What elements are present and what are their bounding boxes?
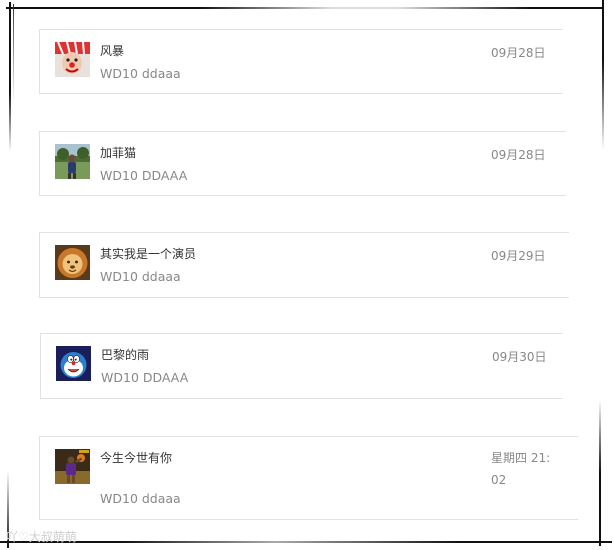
frame-left-inner-line xyxy=(13,4,14,104)
contact-name: 风暴 xyxy=(100,44,125,58)
basketball-player-avatar[interactable] xyxy=(55,449,90,484)
lion-avatar[interactable] xyxy=(55,245,90,280)
conversation-item[interactable]: 巴黎的雨 WD10 DDAAA 09月30日 xyxy=(40,333,563,399)
last-message: WD10 ddaaa xyxy=(100,269,181,284)
frame-right-line xyxy=(602,0,604,150)
message-time: 09月29日 xyxy=(491,249,546,263)
message-time: 09月30日 xyxy=(492,350,547,364)
outdoor-person-avatar[interactable] xyxy=(55,144,90,179)
message-time: 09月28日 xyxy=(491,46,546,60)
message-time: 09月28日 xyxy=(491,148,546,162)
contact-name: 其实我是一个演员 xyxy=(100,247,197,261)
frame-top-highlight xyxy=(200,7,530,9)
doraemon-avatar[interactable] xyxy=(56,346,91,381)
contact-name: 巴黎的雨 xyxy=(101,348,150,362)
frame-bottom-line xyxy=(0,541,612,543)
clown-avatar[interactable] xyxy=(55,42,90,77)
conversation-item[interactable]: 其实我是一个演员 WD10 ddaaa 09月29日 xyxy=(39,232,569,298)
last-message: WD10 DDAAA xyxy=(101,370,189,385)
frame-right-bottom-line xyxy=(599,400,601,546)
conversation-item[interactable]: 今生今世有你 WD10 ddaaa 星期四 21:02 xyxy=(39,436,578,520)
message-time: 星期四 21:02 xyxy=(491,451,551,487)
frame-left-line xyxy=(9,2,11,152)
last-message: WD10 DDAAA xyxy=(100,168,188,183)
conversation-item[interactable]: 加菲猫 WD10 DDAAA 09月28日 xyxy=(39,131,566,196)
last-message: WD10 ddaaa xyxy=(100,66,181,81)
watermark: 吖♡大叔萌萌 xyxy=(6,530,77,544)
conversation-item[interactable]: 风暴 WD10 ddaaa 09月28日 xyxy=(39,29,563,94)
last-message: WD10 ddaaa xyxy=(100,491,181,506)
contact-name: 今生今世有你 xyxy=(100,451,173,465)
contact-name: 加菲猫 xyxy=(100,146,137,160)
